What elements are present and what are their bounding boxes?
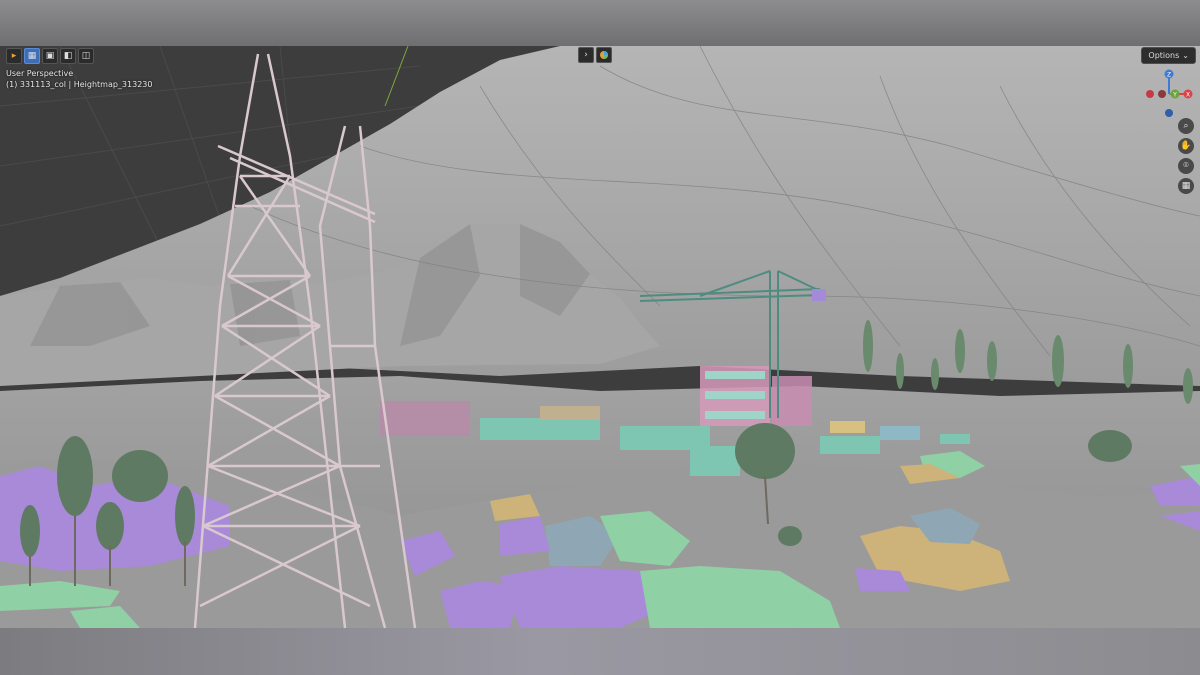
pan-hand-icon[interactable]: ✋ [1178,138,1194,154]
play-icon[interactable]: ▸ [6,48,22,64]
viewport-nav-buttons: ⌕ ✋ ⌾ ▦ [1178,118,1194,194]
viewport-header-tools: ▸ ▦ ▣ ◧ ◫ [6,48,94,64]
expand-header-button[interactable]: › [578,47,594,63]
select-intersect-icon[interactable]: ◫ [78,48,94,64]
y-axis-line [384,46,409,107]
zoom-icon[interactable]: ⌕ [1178,118,1194,134]
3d-viewport[interactable]: ▸ ▦ ▣ ◧ ◫ User Perspective (1) 331113_co… [0,46,1200,628]
outer-frame-top [0,0,1200,46]
gizmo-neg-y-axis [1158,90,1166,98]
svg-text:Z: Z [1167,72,1171,79]
svg-text:X: X [1186,92,1190,99]
center-header-controls: › [578,47,612,63]
select-extend-icon[interactable]: ▣ [42,48,58,64]
select-box-icon[interactable]: ▦ [24,48,40,64]
options-dropdown[interactable]: Options ⌄ [1141,47,1196,64]
scene-render [0,46,1200,628]
chevron-down-icon: ⌄ [1182,51,1189,60]
outer-frame-bottom [0,628,1200,675]
shading-icon[interactable] [596,47,612,63]
view-mode-label: User Perspective [6,69,74,78]
select-subtract-icon[interactable]: ◧ [60,48,76,64]
perspective-toggle-icon[interactable]: ▦ [1178,178,1194,194]
crane-counterweight [812,289,826,301]
options-label: Options [1148,51,1180,60]
camera-view-icon[interactable]: ⌾ [1178,158,1194,174]
active-object-label: (1) 331113_col | Heightmap_313230 [6,80,153,89]
viewport-info-overlay: User Perspective (1) 331113_col | Height… [6,68,152,90]
gizmo-neg-x-axis [1146,90,1154,98]
svg-text:Y: Y [1172,92,1177,99]
gizmo-neg-z-axis [1165,109,1173,117]
